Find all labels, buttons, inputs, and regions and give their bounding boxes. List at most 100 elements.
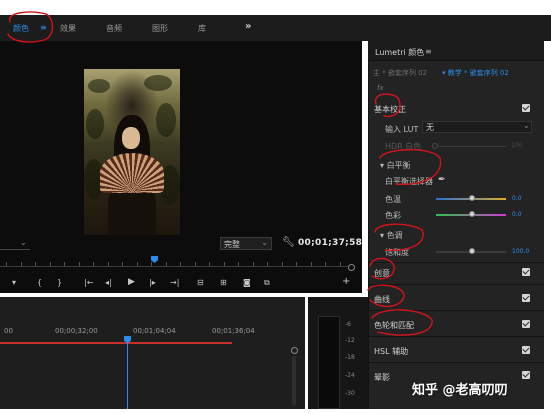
hdr-white-slider: [436, 146, 506, 147]
scrub-tick: [35, 262, 36, 266]
section-curves[interactable]: 曲线: [374, 294, 390, 305]
creative-checkbox[interactable]: [522, 268, 530, 276]
watermark: 知乎 @老高叨叨: [412, 383, 508, 398]
wrench-icon[interactable]: 🔧︎: [282, 237, 295, 248]
ruler-label: 00;00;32;00: [55, 327, 98, 335]
play-button[interactable]: ▶: [128, 277, 135, 287]
tab-libraries[interactable]: 库: [198, 23, 206, 34]
saturation-label: 饱和度: [385, 248, 409, 257]
camera-icon[interactable]: ◙: [243, 278, 251, 287]
scrub-tick: [223, 262, 225, 266]
scrub-tick: [122, 262, 123, 266]
tint-label: 色彩: [385, 211, 401, 220]
lift-button[interactable]: ⊟: [197, 278, 204, 287]
saturation-knob[interactable]: [469, 248, 475, 254]
section-basic-correction[interactable]: 基本校正: [374, 104, 406, 115]
playback-resolution-value: 完整: [224, 240, 240, 249]
divider: [368, 336, 544, 337]
color-wheels-checkbox[interactable]: [522, 320, 530, 328]
input-lut-value: 无: [426, 123, 434, 132]
divider: [368, 284, 544, 285]
timeline-playhead-line: [127, 343, 128, 409]
temperature-knob[interactable]: [469, 195, 475, 201]
timeline-scrollbar[interactable]: [292, 356, 296, 406]
fx-toggle-icon[interactable]: fx: [377, 84, 384, 92]
hdr-white-label: HDR 白色: [385, 142, 422, 151]
panel-menu-icon[interactable]: ≡: [425, 47, 432, 56]
scrub-tick: [180, 262, 181, 266]
sequence-clip-selector[interactable]: ▾ 教学 * 嵌套序列 02: [442, 68, 509, 78]
scrub-tick: [325, 262, 326, 266]
step-forward-button[interactable]: |▸: [149, 278, 156, 287]
more-workspaces-icon[interactable]: »: [245, 21, 251, 32]
mark-out-button[interactable]: }: [57, 278, 62, 287]
scrub-tick: [151, 262, 152, 266]
master-clip-selector[interactable]: 主 * 嵌套序列 02: [373, 68, 427, 78]
workspace-menu-icon[interactable]: ≡: [40, 23, 47, 32]
scrub-tick: [78, 262, 80, 266]
scrub-tick: [252, 262, 254, 266]
white-balance-label: 白平衡: [386, 161, 411, 170]
meter-label: -30: [345, 390, 355, 397]
eyedropper-icon[interactable]: ✒︎: [438, 175, 446, 185]
tint-value[interactable]: 0.0: [512, 211, 522, 218]
section-hsl-secondary[interactable]: HSL 辅助: [374, 346, 408, 357]
chevron-down-icon: ⌄: [20, 238, 27, 247]
meter-label: -24: [345, 372, 355, 379]
tone-toggle[interactable]: ▾ 色调: [380, 230, 403, 241]
temperature-value[interactable]: 0.0: [512, 195, 522, 202]
section-color-wheels[interactable]: 色轮和匹配: [374, 320, 414, 331]
scrub-end-handle[interactable]: [348, 264, 355, 271]
timecode[interactable]: 00;01;37;58: [298, 238, 362, 248]
scrub-tick: [296, 262, 297, 266]
comparison-view-button[interactable]: ⧉: [264, 278, 270, 288]
panel-title[interactable]: Lumetri 颜色: [375, 47, 424, 58]
go-to-in-button[interactable]: |←: [84, 278, 93, 287]
ruler-label: 00;01;36;04: [212, 327, 255, 335]
white-balance-toggle[interactable]: ▾ 白平衡: [380, 160, 411, 171]
workspace-bar: 颜色 ≡ 效果 音频 图形 库 »: [0, 15, 551, 41]
section-vignette[interactable]: 晕影: [374, 372, 390, 383]
tab-audio[interactable]: 音频: [106, 23, 122, 34]
scrub-tick: [93, 262, 94, 266]
curves-checkbox[interactable]: [522, 294, 530, 302]
tab-effects[interactable]: 效果: [60, 23, 76, 34]
input-lut-select[interactable]: 无: [422, 121, 532, 133]
playback-resolution-select[interactable]: 完整 ⌄: [220, 237, 272, 250]
zoom-select[interactable]: ⌄: [0, 238, 30, 250]
add-button[interactable]: +: [342, 276, 350, 287]
marker-button[interactable]: ▾: [12, 278, 16, 287]
tint-knob[interactable]: [469, 211, 475, 217]
video-frame: [84, 69, 180, 235]
ruler-label: 00;01;04;04: [133, 327, 176, 335]
hsl-secondary-checkbox[interactable]: [522, 346, 530, 354]
mark-in-button[interactable]: {: [37, 278, 42, 287]
section-creative[interactable]: 创意: [374, 268, 390, 279]
scrub-tick: [6, 262, 7, 266]
saturation-value[interactable]: 100.0: [512, 248, 529, 255]
scrub-tick: [165, 262, 167, 266]
program-monitor: [0, 41, 362, 293]
meter-label: -18: [345, 354, 355, 361]
scrub-tick: [281, 262, 283, 266]
vignette-checkbox[interactable]: [522, 371, 530, 379]
timeline-zoom-handle[interactable]: [291, 347, 298, 354]
go-to-out-button[interactable]: →|: [170, 278, 179, 287]
basic-correction-checkbox[interactable]: [522, 104, 530, 112]
scrub-tick: [107, 262, 109, 266]
monitor-scrub-bar[interactable]: [0, 266, 350, 267]
scrub-tick: [238, 262, 239, 266]
foliage: [156, 103, 176, 137]
folding-fan: [100, 153, 164, 193]
tab-color[interactable]: 颜色: [13, 23, 29, 34]
subject-dress: [108, 187, 156, 235]
meter-label: -6: [345, 321, 351, 328]
input-lut-label: 输入 LUT: [385, 125, 419, 134]
step-back-button[interactable]: ◂|: [105, 278, 112, 287]
extract-button[interactable]: ⊞: [220, 278, 227, 287]
scrub-tick: [339, 262, 341, 266]
divider: [368, 262, 544, 263]
work-area-bar[interactable]: [0, 342, 232, 344]
wb-selector-label: 白平衡选择器: [385, 177, 433, 186]
tab-graphics[interactable]: 图形: [152, 23, 168, 34]
